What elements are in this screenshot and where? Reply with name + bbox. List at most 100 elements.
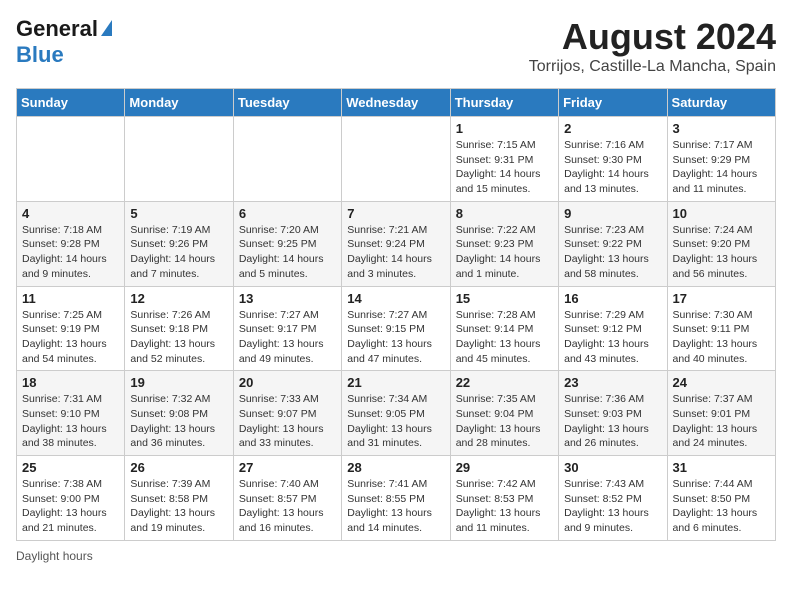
table-row: 26 Sunrise: 7:39 AM Sunset: 8:58 PM Dayli… — [125, 456, 233, 541]
cell-date: 22 — [456, 375, 553, 390]
cell-info: Sunrise: 7:36 AM Sunset: 9:03 PM Dayligh… — [564, 392, 661, 451]
cell-date: 27 — [239, 460, 336, 475]
cell-info: Sunrise: 7:39 AM Sunset: 8:58 PM Dayligh… — [130, 477, 227, 536]
cell-info: Sunrise: 7:29 AM Sunset: 9:12 PM Dayligh… — [564, 308, 661, 367]
calendar-header-row: SundayMondayTuesdayWednesdayThursdayFrid… — [17, 89, 776, 117]
page-subtitle: Torrijos, Castille-La Mancha, Spain — [529, 58, 776, 76]
cell-date: 10 — [673, 206, 770, 221]
cell-date: 9 — [564, 206, 661, 221]
calendar-week-2: 4 Sunrise: 7:18 AM Sunset: 9:28 PM Daylig… — [17, 201, 776, 286]
cell-date: 30 — [564, 460, 661, 475]
calendar-week-3: 11Sunrise: 7:25 AM Sunset: 9:19 PM Dayli… — [17, 286, 776, 371]
logo-blue: Blue — [16, 42, 64, 67]
weekday-tuesday: Tuesday — [233, 89, 341, 117]
cell-info: Sunrise: 7:37 AM Sunset: 9:01 PM Dayligh… — [673, 392, 770, 451]
weekday-monday: Monday — [125, 89, 233, 117]
table-row — [342, 117, 450, 202]
table-row: 24 Sunrise: 7:37 AM Sunset: 9:01 PM Dayli… — [667, 371, 775, 456]
cell-info: Sunrise: 7:23 AM Sunset: 9:22 PM Dayligh… — [564, 223, 661, 282]
cell-date: 24 — [673, 375, 770, 390]
table-row: 16 Sunrise: 7:29 AM Sunset: 9:12 PM Dayli… — [559, 286, 667, 371]
calendar-week-5: 25 Sunrise: 7:38 AM Sunset: 9:00 PM Dayli… — [17, 456, 776, 541]
table-row: 14Sunrise: 7:27 AM Sunset: 9:15 PM Dayli… — [342, 286, 450, 371]
cell-date: 28 — [347, 460, 444, 475]
logo: General Blue — [16, 16, 112, 68]
cell-date: 18 — [22, 375, 119, 390]
cell-date: 16 — [564, 291, 661, 306]
table-row: 10 Sunrise: 7:24 AM Sunset: 9:20 PM Dayli… — [667, 201, 775, 286]
cell-info: Sunrise: 7:22 AM Sunset: 9:23 PM Dayligh… — [456, 223, 553, 282]
cell-info: Sunrise: 7:26 AM Sunset: 9:18 PM Dayligh… — [130, 308, 227, 367]
table-row: 1 Sunrise: 7:15 AM Sunset: 9:31 PM Daylig… — [450, 117, 558, 202]
header: General Blue August 2024 Torrijos, Casti… — [16, 16, 776, 76]
table-row: 20 Sunrise: 7:33 AM Sunset: 9:07 PM Dayli… — [233, 371, 341, 456]
cell-date: 19 — [130, 375, 227, 390]
cell-info: Sunrise: 7:30 AM Sunset: 9:11 PM Dayligh… — [673, 308, 770, 367]
table-row: 4 Sunrise: 7:18 AM Sunset: 9:28 PM Daylig… — [17, 201, 125, 286]
cell-date: 31 — [673, 460, 770, 475]
cell-info: Sunrise: 7:19 AM Sunset: 9:26 PM Dayligh… — [130, 223, 227, 282]
table-row: 31 Sunrise: 7:44 AM Sunset: 8:50 PM Dayli… — [667, 456, 775, 541]
cell-date: 20 — [239, 375, 336, 390]
table-row: 23Sunrise: 7:36 AM Sunset: 9:03 PM Dayli… — [559, 371, 667, 456]
cell-date: 15 — [456, 291, 553, 306]
table-row: 11Sunrise: 7:25 AM Sunset: 9:19 PM Dayli… — [17, 286, 125, 371]
cell-info: Sunrise: 7:41 AM Sunset: 8:55 PM Dayligh… — [347, 477, 444, 536]
cell-info: Sunrise: 7:32 AM Sunset: 9:08 PM Dayligh… — [130, 392, 227, 451]
cell-date: 17 — [673, 291, 770, 306]
cell-date: 21 — [347, 375, 444, 390]
cell-date: 5 — [130, 206, 227, 221]
page-title: August 2024 — [529, 16, 776, 58]
cell-info: Sunrise: 7:20 AM Sunset: 9:25 PM Dayligh… — [239, 223, 336, 282]
cell-date: 12 — [130, 291, 227, 306]
cell-date: 25 — [22, 460, 119, 475]
table-row: 17 Sunrise: 7:30 AM Sunset: 9:11 PM Dayli… — [667, 286, 775, 371]
cell-info: Sunrise: 7:15 AM Sunset: 9:31 PM Dayligh… — [456, 138, 553, 197]
cell-info: Sunrise: 7:17 AM Sunset: 9:29 PM Dayligh… — [673, 138, 770, 197]
cell-date: 8 — [456, 206, 553, 221]
table-row: 30 Sunrise: 7:43 AM Sunset: 8:52 PM Dayli… — [559, 456, 667, 541]
cell-date: 3 — [673, 121, 770, 136]
cell-info: Sunrise: 7:21 AM Sunset: 9:24 PM Dayligh… — [347, 223, 444, 282]
table-row: 6 Sunrise: 7:20 AM Sunset: 9:25 PM Daylig… — [233, 201, 341, 286]
cell-date: 11 — [22, 291, 119, 306]
cell-date: 2 — [564, 121, 661, 136]
cell-info: Sunrise: 7:18 AM Sunset: 9:28 PM Dayligh… — [22, 223, 119, 282]
cell-date: 1 — [456, 121, 553, 136]
cell-date: 26 — [130, 460, 227, 475]
table-row: 15Sunrise: 7:28 AM Sunset: 9:14 PM Dayli… — [450, 286, 558, 371]
table-row: 18 Sunrise: 7:31 AM Sunset: 9:10 PM Dayli… — [17, 371, 125, 456]
cell-date: 29 — [456, 460, 553, 475]
cell-date: 4 — [22, 206, 119, 221]
table-row: 2 Sunrise: 7:16 AM Sunset: 9:30 PM Daylig… — [559, 117, 667, 202]
cell-info: Sunrise: 7:40 AM Sunset: 8:57 PM Dayligh… — [239, 477, 336, 536]
weekday-friday: Friday — [559, 89, 667, 117]
logo-triangle-icon — [101, 20, 112, 36]
table-row: 3 Sunrise: 7:17 AM Sunset: 9:29 PM Daylig… — [667, 117, 775, 202]
cell-info: Sunrise: 7:16 AM Sunset: 9:30 PM Dayligh… — [564, 138, 661, 197]
table-row: 25 Sunrise: 7:38 AM Sunset: 9:00 PM Dayli… — [17, 456, 125, 541]
cell-info: Sunrise: 7:44 AM Sunset: 8:50 PM Dayligh… — [673, 477, 770, 536]
cell-info: Sunrise: 7:33 AM Sunset: 9:07 PM Dayligh… — [239, 392, 336, 451]
cell-info: Sunrise: 7:43 AM Sunset: 8:52 PM Dayligh… — [564, 477, 661, 536]
table-row: 12 Sunrise: 7:26 AM Sunset: 9:18 PM Dayli… — [125, 286, 233, 371]
table-row — [125, 117, 233, 202]
table-row: 8 Sunrise: 7:22 AM Sunset: 9:23 PM Daylig… — [450, 201, 558, 286]
title-area: August 2024 Torrijos, Castille-La Mancha… — [529, 16, 776, 76]
table-row — [233, 117, 341, 202]
weekday-sunday: Sunday — [17, 89, 125, 117]
table-row: 21Sunrise: 7:34 AM Sunset: 9:05 PM Dayli… — [342, 371, 450, 456]
cell-info: Sunrise: 7:24 AM Sunset: 9:20 PM Dayligh… — [673, 223, 770, 282]
calendar-table: SundayMondayTuesdayWednesdayThursdayFrid… — [16, 88, 776, 541]
weekday-wednesday: Wednesday — [342, 89, 450, 117]
weekday-saturday: Saturday — [667, 89, 775, 117]
cell-date: 6 — [239, 206, 336, 221]
table-row: 13Sunrise: 7:27 AM Sunset: 9:17 PM Dayli… — [233, 286, 341, 371]
cell-date: 13 — [239, 291, 336, 306]
table-row: 5 Sunrise: 7:19 AM Sunset: 9:26 PM Daylig… — [125, 201, 233, 286]
cell-info: Sunrise: 7:27 AM Sunset: 9:15 PM Dayligh… — [347, 308, 444, 367]
cell-info: Sunrise: 7:31 AM Sunset: 9:10 PM Dayligh… — [22, 392, 119, 451]
logo-general: General — [16, 16, 98, 42]
table-row — [17, 117, 125, 202]
cell-info: Sunrise: 7:38 AM Sunset: 9:00 PM Dayligh… — [22, 477, 119, 536]
